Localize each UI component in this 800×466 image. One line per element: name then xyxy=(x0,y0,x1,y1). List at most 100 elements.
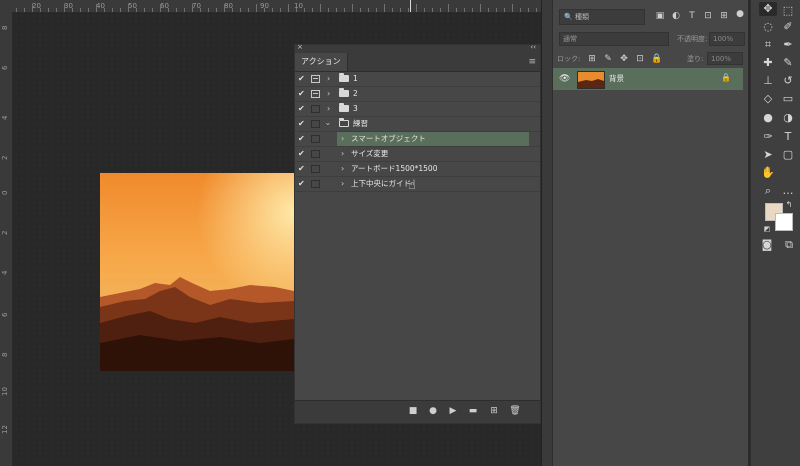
action-row[interactable]: ✔ › スマートオブジェクト xyxy=(295,132,540,147)
stop-icon[interactable]: ■ xyxy=(407,406,419,416)
checkmark-icon[interactable]: ✔ xyxy=(298,132,306,146)
chevron-down-icon[interactable]: › xyxy=(321,122,335,125)
eyedropper-icon[interactable]: ✒ xyxy=(779,38,797,52)
lock-pixels-icon[interactable]: ⊞ xyxy=(587,54,597,64)
filter-toggle-icon[interactable]: ● xyxy=(735,9,745,19)
background-color-swatch[interactable] xyxy=(775,213,793,231)
blend-mode-select[interactable]: 通常 xyxy=(559,32,669,46)
pixel-filter-icon[interactable]: ▣ xyxy=(655,11,665,21)
dialog-toggle-icon[interactable] xyxy=(311,120,320,128)
gradient-icon[interactable]: ▭ xyxy=(779,92,797,106)
chevron-right-icon[interactable]: › xyxy=(341,177,344,191)
quick-select-icon[interactable]: ✐ xyxy=(779,20,797,34)
action-row[interactable]: ✔ › 1 xyxy=(295,72,540,87)
default-colors-icon[interactable]: ◩ xyxy=(762,222,772,236)
lasso-icon[interactable]: ◌ xyxy=(759,20,777,34)
marquee-icon[interactable]: ⬚ xyxy=(779,4,797,18)
lock-artboard-icon[interactable]: ⊡ xyxy=(635,54,645,64)
history-brush-icon[interactable]: ↺ xyxy=(779,74,797,88)
chevron-right-icon[interactable]: › xyxy=(341,147,344,161)
dialog-toggle-icon[interactable] xyxy=(311,135,320,143)
path-select-icon[interactable]: ➤ xyxy=(759,148,777,162)
checkmark-icon[interactable]: ✔ xyxy=(298,177,306,191)
chevron-right-icon[interactable]: › xyxy=(327,87,330,101)
delete-icon[interactable]: 🗑 xyxy=(509,406,521,416)
dialog-toggle-icon[interactable] xyxy=(311,165,320,173)
ruler-tick xyxy=(240,8,241,12)
dialog-toggle-icon[interactable] xyxy=(311,75,320,83)
panel-header-bar[interactable]: × ‹‹ xyxy=(295,43,540,53)
type-filter-icon[interactable]: T xyxy=(687,11,697,21)
dialog-toggle-icon[interactable] xyxy=(311,180,320,188)
rectangle-icon[interactable]: ▢ xyxy=(779,148,797,162)
panel-menu-icon[interactable]: ≡ xyxy=(528,57,536,67)
action-row[interactable]: ✔ › サイズ変更 xyxy=(295,147,540,162)
ruler-tick-label: 8 xyxy=(1,352,9,357)
brush-icon[interactable]: ✎ xyxy=(779,56,797,70)
dialog-toggle-icon[interactable] xyxy=(311,90,320,98)
opacity-input[interactable]: 100% xyxy=(709,32,745,46)
checkmark-icon[interactable]: ✔ xyxy=(298,102,306,116)
lock-all-icon[interactable]: 🔒 xyxy=(651,54,662,64)
chevron-right-icon[interactable]: › xyxy=(341,132,344,146)
chevron-right-icon[interactable]: › xyxy=(341,162,344,176)
checkmark-icon[interactable]: ✔ xyxy=(298,72,306,86)
adjustment-filter-icon[interactable]: ◐ xyxy=(671,11,681,21)
swap-colors-icon[interactable]: ↰ xyxy=(784,198,794,212)
blur-icon[interactable]: ● xyxy=(759,111,777,125)
layer-kind-filter[interactable]: 🔍 種類 xyxy=(559,9,645,25)
fill-input[interactable]: 100% xyxy=(707,52,743,65)
fill-label: 塗り: xyxy=(687,55,704,63)
visibility-eye-icon[interactable]: 👁 xyxy=(559,74,570,84)
crop-icon[interactable]: ⌗ xyxy=(759,38,777,52)
ruler-tick xyxy=(328,8,329,12)
action-row[interactable]: ✔ › 2 xyxy=(295,87,540,102)
action-set-label: 1 xyxy=(353,74,358,83)
lock-position-icon[interactable]: ✥ xyxy=(619,54,629,64)
record-icon[interactable]: ● xyxy=(427,406,439,416)
ruler-tick xyxy=(480,4,481,12)
smartobject-filter-icon[interactable]: ⊞ xyxy=(719,11,729,21)
action-row[interactable]: ✔ › 練習 xyxy=(295,117,540,132)
shape-filter-icon[interactable]: ⊡ xyxy=(703,11,713,21)
checkmark-icon[interactable]: ✔ xyxy=(298,162,306,176)
vertical-scrollbar[interactable] xyxy=(541,0,552,466)
ruler-tick xyxy=(320,4,321,12)
checkmark-icon[interactable]: ✔ xyxy=(298,117,306,131)
action-row[interactable]: ✔ › アートボード1500*1500 xyxy=(295,162,540,177)
collapse-icon[interactable]: ‹‹ xyxy=(530,43,536,51)
tab-actions[interactable]: アクション xyxy=(295,53,348,71)
type-icon[interactable]: T xyxy=(779,130,797,144)
ruler-tick xyxy=(176,8,177,12)
folder-icon xyxy=(339,73,349,82)
screen-mode-icon[interactable]: ⧉ xyxy=(780,238,798,252)
ruler-tick xyxy=(200,8,201,12)
stamp-icon[interactable]: ⊥ xyxy=(759,74,777,88)
chevron-right-icon[interactable]: › xyxy=(327,102,330,116)
action-row[interactable]: ✔ › 3 xyxy=(295,102,540,117)
eraser-icon[interactable]: ◇ xyxy=(759,92,777,106)
new-action-icon[interactable]: ⊞ xyxy=(488,406,500,416)
new-set-icon[interactable]: ▬ xyxy=(467,406,479,416)
layer-row-background[interactable]: 👁 背景 🔒 xyxy=(553,68,743,90)
lock-paint-icon[interactable]: ✎ xyxy=(603,54,613,64)
healing-icon[interactable]: ✚ xyxy=(759,56,777,70)
checkmark-icon[interactable]: ✔ xyxy=(298,147,306,161)
ruler-tick xyxy=(56,8,57,12)
checkmark-icon[interactable]: ✔ xyxy=(298,87,306,101)
layer-filter-row: 🔍 種類 ▣ ◐ T ⊡ ⊞ ● xyxy=(559,9,745,27)
quick-mask-icon[interactable]: ◙ xyxy=(758,238,776,252)
close-icon[interactable]: × xyxy=(297,43,303,51)
move-icon[interactable]: ✥ xyxy=(759,2,777,16)
dialog-toggle-icon[interactable] xyxy=(311,150,320,158)
action-row[interactable]: ✔ › 上下中央にガイド xyxy=(295,177,540,192)
pen-icon[interactable]: ✑ xyxy=(759,130,777,144)
more-icon[interactable]: … xyxy=(779,184,797,198)
dodge-icon[interactable]: ◑ xyxy=(779,111,797,125)
zoom-icon[interactable]: ⌕ xyxy=(759,184,777,198)
play-icon[interactable]: ▶ xyxy=(447,406,459,416)
ruler-tick xyxy=(424,8,425,12)
chevron-right-icon[interactable]: › xyxy=(327,72,330,86)
dialog-toggle-icon[interactable] xyxy=(311,105,320,113)
hand-icon[interactable]: ✋ xyxy=(759,166,777,180)
